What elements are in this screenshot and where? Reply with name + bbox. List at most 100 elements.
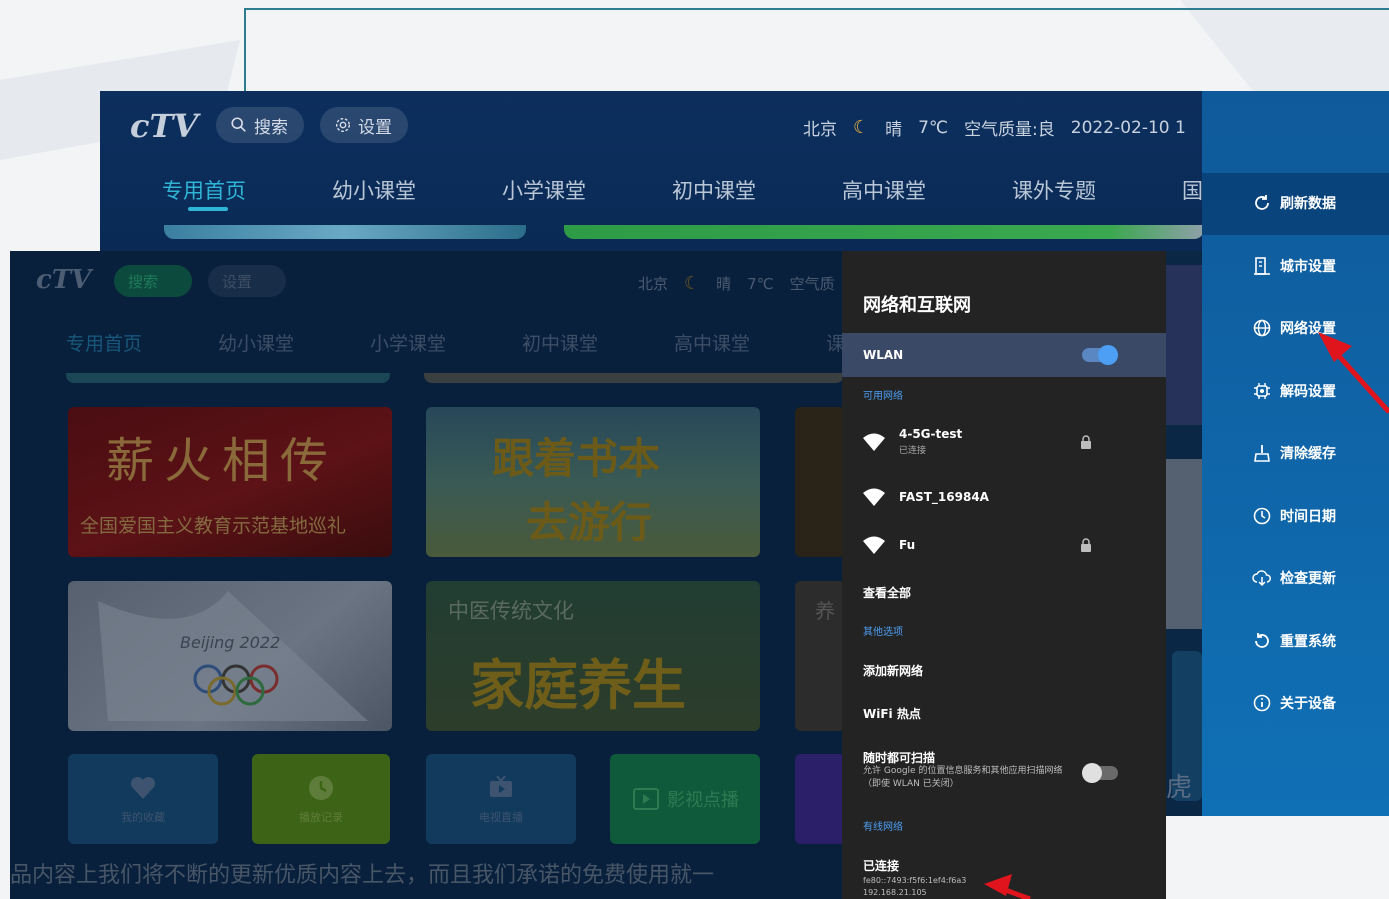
clock-icon — [1253, 507, 1271, 525]
tile-favorites[interactable]: 我的收藏 — [68, 754, 218, 844]
content-card-partial[interactable] — [795, 407, 842, 557]
menu-refresh-data[interactable]: 刷新数据 — [1252, 193, 1336, 213]
wifi-icon — [863, 488, 885, 506]
search-label: 搜索 — [128, 272, 159, 291]
air-quality-label: 空气质量:良 — [964, 120, 1055, 140]
search-label: 搜索 — [254, 117, 288, 138]
content-card-olympics[interactable]: Beijing 2022 — [68, 581, 392, 731]
wifi-hotspot-item[interactable]: WiFi 热点 — [863, 705, 921, 722]
card-text: 养 — [815, 599, 835, 623]
content-card-travel[interactable]: 跟着书本 去游行 — [426, 407, 760, 557]
wlan-label: WLAN — [863, 348, 904, 362]
chip-icon — [1254, 383, 1270, 399]
menu-label: 时间日期 — [1280, 509, 1336, 525]
wifi-network-item[interactable]: FAST_16984A — [863, 488, 989, 506]
wifi-network-item[interactable]: Fu — [863, 536, 915, 554]
tab-senior[interactable]: 高中课堂 — [674, 329, 826, 356]
tv-icon — [490, 775, 512, 797]
add-network-item[interactable]: 添加新网络 — [863, 662, 923, 679]
content-card-heritage[interactable]: 薪火相传 全国爱国主义教育示范基地巡礼 — [68, 407, 392, 557]
wlan-switch[interactable] — [1082, 345, 1118, 365]
nav-tabs: 专用首页 幼小课堂 小学课堂 初中课堂 高中课堂 课外专题 国 — [162, 175, 1202, 205]
card-text: Beijing 2022 — [180, 633, 281, 652]
tile-live-tv[interactable]: 电视直播 — [426, 754, 576, 844]
card-caption: 中医传统文化 — [448, 599, 574, 623]
datetime-label: 2022-02-10 1 — [1070, 117, 1186, 138]
banner-strip — [564, 225, 1202, 239]
section-wired-network: 有线网络 — [863, 822, 903, 833]
wired-connection-status[interactable]: 已连接 — [863, 857, 899, 874]
panel-title: 网络和互联网 — [863, 295, 971, 316]
settings-button[interactable]: 设置 — [208, 265, 286, 297]
lock-icon — [1081, 538, 1091, 552]
menu-label: 城市设置 — [1280, 259, 1336, 275]
city-label: 北京 — [638, 275, 669, 293]
settings-label: 设置 — [222, 272, 253, 291]
status-bar: 北京 ☾ 晴 7℃ 空气质 — [638, 273, 835, 294]
temperature-label: 7℃ — [747, 274, 774, 293]
wifi-network-item[interactable]: 4-5G-test 已连接 — [863, 427, 962, 456]
screenshot-frame-outline — [244, 8, 1389, 98]
building-icon — [1254, 257, 1270, 275]
tile-vod[interactable]: 影视点播 — [610, 754, 760, 844]
menu-time-date[interactable]: 时间日期 — [1252, 506, 1336, 526]
tab-junior[interactable]: 初中课堂 — [522, 329, 674, 356]
tab-home[interactable]: 专用首页 — [162, 175, 332, 205]
moon-icon: ☾ — [853, 117, 870, 138]
tile-partial[interactable] — [795, 754, 842, 844]
network-name: 4-5G-test — [899, 427, 963, 441]
nav-tabs: 专用首页 幼小课堂 小学课堂 初中课堂 高中课堂 课 — [66, 329, 842, 356]
city-label: 北京 — [803, 120, 837, 140]
search-button[interactable]: 搜索 — [216, 107, 304, 143]
film-icon — [633, 788, 659, 810]
tab-primary[interactable]: 小学课堂 — [370, 329, 522, 356]
tile-history[interactable]: 播放记录 — [252, 754, 390, 844]
card-title: 薪火相传 — [106, 433, 339, 489]
card-title-line2: 去游行 — [526, 498, 653, 547]
card-subtitle: 全国爱国主义教育示范基地巡礼 — [80, 515, 347, 537]
tab-junior[interactable]: 初中课堂 — [672, 175, 842, 205]
banner-strip — [164, 225, 526, 239]
status-bar: 北京 ☾ 晴 7℃ 空气质量:良 2022-02-10 1 — [803, 115, 1186, 140]
tab-primary[interactable]: 小学课堂 — [502, 175, 672, 205]
menu-network-settings[interactable]: 网络设置 — [1252, 318, 1336, 338]
menu-about-device[interactable]: 关于设备 — [1252, 693, 1336, 713]
network-name: Fu — [899, 538, 916, 552]
active-tab-indicator — [188, 207, 228, 211]
tile-label: 我的收藏 — [121, 811, 165, 824]
search-icon — [231, 117, 246, 132]
see-all-networks[interactable]: 查看全部 — [863, 584, 911, 601]
edge-text: 虎 — [1166, 773, 1193, 803]
menu-check-update[interactable]: 检查更新 — [1252, 568, 1336, 588]
menu-label: 网络设置 — [1280, 321, 1336, 337]
wifi-icon — [863, 536, 885, 554]
wlan-toggle-row[interactable]: WLAN — [842, 333, 1166, 377]
tab-more[interactable]: 国 — [1182, 175, 1202, 205]
content-card-partial[interactable]: 养 — [795, 581, 842, 731]
switch-knob — [1098, 345, 1118, 365]
tab-senior[interactable]: 高中课堂 — [842, 175, 1012, 205]
menu-decode-settings[interactable]: 解码设置 — [1252, 381, 1336, 401]
menu-clear-cache[interactable]: 清除缓存 — [1252, 443, 1336, 463]
content-card-health[interactable]: 中医传统文化 家庭养生 — [426, 581, 760, 731]
always-scan-switch[interactable] — [1082, 763, 1118, 783]
menu-city-settings[interactable]: 城市设置 — [1252, 256, 1336, 276]
tab-preschool[interactable]: 幼小课堂 — [332, 175, 502, 205]
tab-home[interactable]: 专用首页 — [66, 329, 218, 356]
tab-preschool[interactable]: 幼小课堂 — [218, 329, 370, 356]
scrolling-ticker: 品内容上我们将不断的更新优质内容上去，而且我们承诺的免费使用就一 — [10, 863, 715, 888]
always-scan-title[interactable]: 随时都可扫描 — [863, 749, 935, 766]
refresh-icon — [1255, 195, 1269, 210]
ctv-logo: cTV — [36, 265, 92, 295]
search-button[interactable]: 搜索 — [114, 265, 192, 297]
banner-strip — [66, 373, 390, 383]
tv-home-screen-back: cTV 搜索 设置 北京 ☾ 晴 7℃ 空气质量:良 2022-02-10 1 … — [100, 91, 1202, 251]
tab-extracurricular[interactable]: 课外专题 — [1012, 175, 1182, 205]
menu-reset-system[interactable]: 重置系统 — [1252, 631, 1336, 651]
settings-button[interactable]: 设置 — [320, 107, 408, 143]
tab-extracurricular[interactable]: 课 — [826, 329, 842, 356]
broom-icon — [1254, 445, 1270, 462]
card-title-line1: 跟着书本 — [492, 434, 661, 483]
network-name: FAST_16984A — [899, 490, 989, 504]
gear-icon — [335, 117, 351, 133]
